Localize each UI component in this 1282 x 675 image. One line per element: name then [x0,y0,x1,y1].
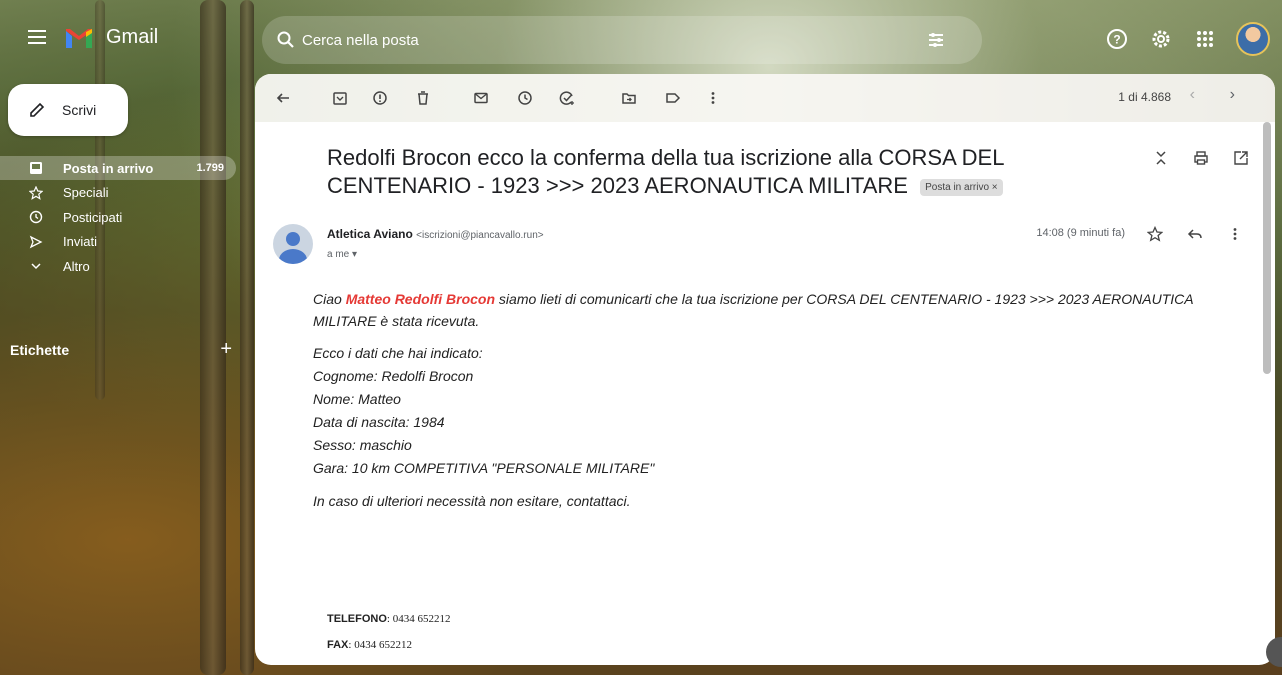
sidebar-item-label: Posta in arrivo [63,160,154,176]
subject-actions [1151,148,1251,168]
sidebar-item-inbox[interactable]: Posta in arrivo 1.799 [0,156,236,180]
labels-section: Etichette + [10,339,232,359]
labels-heading: Etichette [10,342,70,358]
star-icon[interactable] [1145,224,1165,244]
sidebar-item-label: Speciali [63,185,109,200]
collapse-all-icon[interactable] [1151,148,1171,168]
older-button[interactable]: › [1230,86,1235,104]
more-icon[interactable] [703,88,723,108]
sidebar-item-more[interactable]: Altro [0,254,250,278]
sidebar-item-sent[interactable]: Inviati [0,230,250,254]
top-bar: Gmail ? [0,0,1282,76]
mark-unread-icon[interactable] [471,88,491,108]
star-icon [26,185,46,200]
sidebar-item-label: Altro [63,258,90,274]
pencil-icon [30,102,45,117]
archive-icon[interactable] [330,88,350,108]
data-line: Data di nascita: 1984 [313,414,445,430]
add-task-icon[interactable] [557,88,577,108]
data-line: Nome: Matteo [313,391,401,407]
fax-label: FAX [327,639,349,651]
message-subject: Redolfi Brocon ecco la conferma della tu… [327,144,1127,200]
message-time: 14:08 (9 minuti fa) [1036,227,1125,239]
main-menu-button[interactable] [28,30,46,44]
sidebar-item-snoozed[interactable]: Posticipati [0,205,250,229]
report-spam-icon[interactable] [370,88,390,108]
svg-text:?: ? [1113,33,1120,47]
sidebar-item-label: Posticipati [63,209,123,225]
fax-line: FAX: 0434 652212 [327,639,412,651]
gmail-m-icon [66,28,92,48]
compose-label: Scrivi [62,102,97,118]
data-intro: Ecco i dati che hai indicato: [313,345,483,361]
data-line: Cognome: Redolfi Brocon [313,368,474,384]
apps-grid-icon[interactable] [1192,26,1218,52]
greeting-prefix: Ciao [313,291,346,307]
search-input[interactable] [302,31,902,49]
registration-data: Ecco i dati che hai indicato: Cognome: R… [313,342,1233,480]
settings-gear-icon[interactable] [1148,26,1174,52]
account-avatar[interactable] [1236,22,1270,56]
search-icon[interactable] [276,30,296,50]
recipient-details[interactable]: a me ▾ [327,249,357,260]
sender-avatar[interactable] [273,224,313,264]
open-new-window-icon[interactable] [1231,148,1251,168]
snooze-icon[interactable] [515,88,535,108]
message-panel: 1 di 4.868 ‹ › Redolfi Brocon ecco la co… [255,74,1275,665]
inbox-icon [26,161,46,175]
message-toolbar: 1 di 4.868 ‹ › [255,74,1275,122]
move-to-icon[interactable] [619,88,639,108]
help-icon[interactable]: ? [1104,26,1130,52]
sender-email: <iscrizioni@piancavallo.run> [416,230,544,241]
add-label-button[interactable]: + [220,339,232,359]
sender-name[interactable]: Atletica Aviano [327,227,413,241]
data-line: Gara: 10 km COMPETITIVA "PERSONALE MILIT… [313,460,655,476]
reply-icon[interactable] [1185,224,1205,244]
clock-icon [26,210,46,224]
gmail-logo[interactable]: Gmail [64,26,158,49]
background-tree [240,0,254,675]
label-icon[interactable] [663,88,683,108]
back-icon[interactable] [273,88,293,108]
top-actions: ? [1104,22,1270,56]
print-icon[interactable] [1191,148,1211,168]
scrollbar[interactable] [1263,122,1271,374]
inbox-label-badge[interactable]: Posta in arrivo × [920,178,1003,196]
phone-line: TELEFONO: 0434 652212 [327,613,450,625]
sidebar-nav: Posta in arrivo 1.799 Speciali Posticipa… [0,156,250,279]
phone-label: TELEFONO [327,613,387,625]
newer-button[interactable]: ‹ [1190,86,1195,104]
send-icon [26,235,46,249]
sender-line: Atletica Aviano <iscrizioni@piancavallo.… [327,227,544,241]
sidebar-item-starred[interactable]: Speciali [0,181,250,205]
more-options-icon[interactable] [1225,224,1245,244]
message-actions [1145,224,1245,244]
search-options-icon[interactable] [926,30,946,50]
data-line: Sesso: maschio [313,437,412,453]
unread-count: 1.799 [196,162,224,174]
closing-line: In caso di ulteriori necessità non esita… [313,493,631,509]
delete-icon[interactable] [413,88,433,108]
compose-button[interactable]: Scrivi [8,84,128,136]
recipient-name: Matteo Redolfi Brocon [345,291,496,307]
pagination-text: 1 di 4.868 [1118,90,1171,104]
sidebar-item-label: Inviati [63,234,97,249]
message-body: Ciao Matteo Redolfi Brocon siamo lieti d… [313,288,1233,512]
chevron-down-icon [26,260,46,272]
search-bar[interactable] [262,16,982,64]
fax-number: : 0434 652212 [348,639,412,651]
app-title: Gmail [106,26,159,48]
greeting-paragraph: Ciao Matteo Redolfi Brocon siamo lieti d… [313,288,1233,332]
subject-text: Redolfi Brocon ecco la conferma della tu… [327,145,1004,198]
phone-number: : 0434 652212 [386,613,451,625]
